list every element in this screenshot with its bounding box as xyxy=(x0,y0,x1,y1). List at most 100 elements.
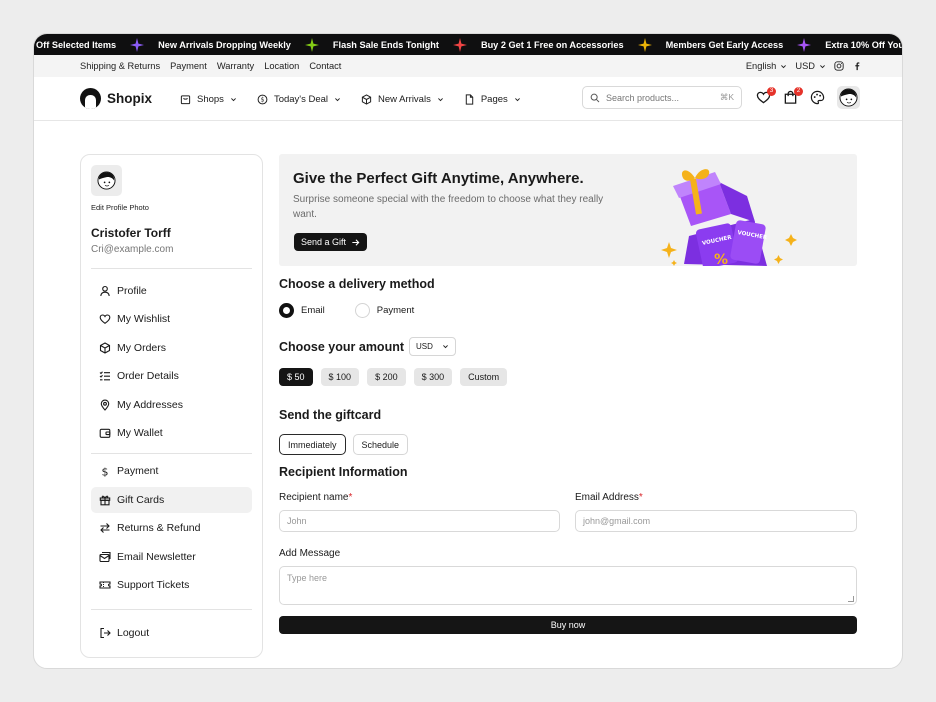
email-address-input[interactable]: john@gmail.com xyxy=(575,510,857,532)
svg-text:%: % xyxy=(714,252,728,266)
nav-todays-deal-label: Today's Deal xyxy=(273,93,329,105)
nav-new-arrivals[interactable]: New Arrivals xyxy=(361,94,444,105)
delivery-method-title: Choose a delivery method xyxy=(279,277,435,291)
cart-count-badge: 2 xyxy=(794,86,803,96)
radio-payment[interactable] xyxy=(354,303,370,318)
email-address-label-text: Email Address xyxy=(575,492,639,503)
wishlist-count-badge: 3 xyxy=(767,86,776,96)
wallet-icon xyxy=(99,427,111,439)
util-link-shipping[interactable]: Shipping & Returns xyxy=(80,61,160,71)
nav-shops[interactable]: Shops xyxy=(180,94,237,105)
gift-icon xyxy=(99,494,111,506)
store-icon xyxy=(180,94,191,105)
facebook-icon[interactable] xyxy=(852,61,862,71)
sparkle-icon xyxy=(452,37,467,52)
sidebar-item-newsletter[interactable]: Email Newsletter xyxy=(91,544,252,570)
amount-option-100[interactable]: $ 100 xyxy=(320,368,360,386)
heart-icon xyxy=(99,313,111,325)
logout-button[interactable]: Logout xyxy=(91,620,252,646)
sidebar-item-addresses[interactable]: My Addresses xyxy=(91,392,252,418)
main-nav: Shops $ Today's Deal New Arrivals Pages xyxy=(180,77,521,121)
nav-pages-label: Pages xyxy=(480,93,508,105)
sparkle-icon xyxy=(797,37,812,52)
utility-bar: Shipping & Returns Payment Warranty Loca… xyxy=(34,55,902,77)
sidebar-item-wishlist[interactable]: My Wishlist xyxy=(91,306,252,332)
sidebar-item-support[interactable]: Support Tickets xyxy=(91,572,252,598)
send-gift-label: Send a Gift xyxy=(301,237,347,247)
language-value: English xyxy=(745,61,777,71)
chevron-down-icon xyxy=(780,63,787,70)
sidebar-item-gift-cards[interactable]: Gift Cards xyxy=(91,487,252,513)
sidebar-item-label: Order Details xyxy=(117,370,179,382)
sidebar-item-wallet[interactable]: My Wallet xyxy=(91,420,252,446)
avatar-icon xyxy=(839,88,858,107)
currency-select[interactable]: USD xyxy=(795,61,826,71)
amount-option-300[interactable]: $ 300 xyxy=(413,368,453,386)
sidebar-item-label: Support Tickets xyxy=(117,579,190,591)
logout-label: Logout xyxy=(117,627,150,639)
amount-option-200[interactable]: $ 200 xyxy=(367,368,406,386)
sidebar-item-label: Email Newsletter xyxy=(117,551,196,563)
util-link-location[interactable]: Location xyxy=(264,61,299,71)
dollar-icon: $ xyxy=(99,465,111,478)
swap-arrows-icon xyxy=(99,522,111,534)
resize-handle-icon[interactable] xyxy=(848,596,854,602)
edit-profile-photo-link[interactable]: Edit Profile Photo xyxy=(91,203,149,212)
required-mark: * xyxy=(638,492,643,503)
user-name: Cristofer Torff xyxy=(91,226,171,240)
amount-option-50[interactable]: $ 50 xyxy=(279,368,313,386)
marquee-text: Buy 2 Get 1 Free on Accessories xyxy=(480,39,624,50)
message-label: Add Message xyxy=(279,548,341,559)
util-link-warranty[interactable]: Warranty xyxy=(217,61,254,71)
nav-pages[interactable]: Pages xyxy=(464,94,521,105)
logo-mark-icon xyxy=(80,88,101,109)
send-schedule-button[interactable]: Schedule xyxy=(352,434,409,455)
language-select[interactable]: English xyxy=(746,61,788,71)
sidebar-item-label: My Orders xyxy=(117,342,167,354)
radio-email[interactable] xyxy=(279,303,294,318)
radio-email-label[interactable]: Email xyxy=(301,305,325,316)
divider xyxy=(91,268,252,269)
send-immediately-button[interactable]: Immediately xyxy=(279,434,346,455)
theme-button[interactable] xyxy=(810,90,826,106)
message-textarea[interactable]: Type here xyxy=(279,566,857,605)
sidebar-item-orders[interactable]: My Orders xyxy=(91,335,252,361)
box-icon xyxy=(99,342,111,354)
gift-voucher-illustration: VOUCHER VOUCHER % xyxy=(661,169,797,266)
nav-new-arrivals-label: New Arrivals xyxy=(378,93,431,105)
amount-option-custom[interactable]: Custom xyxy=(460,368,508,386)
amount-title: Choose your amount xyxy=(279,340,405,354)
recipient-name-input[interactable]: John xyxy=(279,510,560,532)
sidebar-item-order-details[interactable]: Order Details xyxy=(91,363,252,389)
promo-marquee: Off Selected Items New Arrivals Dropping… xyxy=(34,34,902,55)
send-gift-button[interactable]: Send a Gift xyxy=(294,233,368,251)
chevron-down-icon xyxy=(819,63,826,70)
util-link-contact[interactable]: Contact xyxy=(309,61,341,71)
document-icon xyxy=(464,93,475,105)
main-header: Shopix Shops $ Today's Deal New Arrivals… xyxy=(34,77,902,121)
buy-now-button[interactable]: Buy now xyxy=(279,616,857,634)
sidebar-item-payment[interactable]: $ Payment xyxy=(91,458,252,484)
user-avatar-button[interactable] xyxy=(837,86,860,109)
cart-button[interactable]: 2 xyxy=(783,86,803,106)
sidebar-item-returns[interactable]: Returns & Refund xyxy=(91,515,252,541)
wishlist-button[interactable]: 3 xyxy=(756,86,776,106)
sparkle-icon xyxy=(130,37,145,52)
recipient-name-placeholder: John xyxy=(287,516,307,526)
svg-text:$: $ xyxy=(261,96,265,103)
brand-logo[interactable]: Shopix xyxy=(80,88,152,109)
sidebar-item-profile[interactable]: Profile xyxy=(91,278,252,304)
nav-todays-deal[interactable]: $ Today's Deal xyxy=(257,94,341,105)
sparkle-icon xyxy=(304,37,319,52)
search-input[interactable]: Search products... ⌘K xyxy=(582,86,742,109)
dollar-coin-icon: $ xyxy=(257,94,268,105)
amount-currency-select[interactable]: USD xyxy=(409,337,456,356)
marquee-text: Off Selected Items xyxy=(36,39,117,50)
profile-photo[interactable] xyxy=(91,165,122,196)
radio-payment-label[interactable]: Payment xyxy=(377,305,415,316)
send-giftcard-title: Send the giftcard xyxy=(279,408,382,422)
chevron-down-icon xyxy=(437,96,444,103)
util-link-payment[interactable]: Payment xyxy=(170,61,207,71)
instagram-icon[interactable] xyxy=(834,61,844,71)
svg-text:$: $ xyxy=(102,466,109,478)
